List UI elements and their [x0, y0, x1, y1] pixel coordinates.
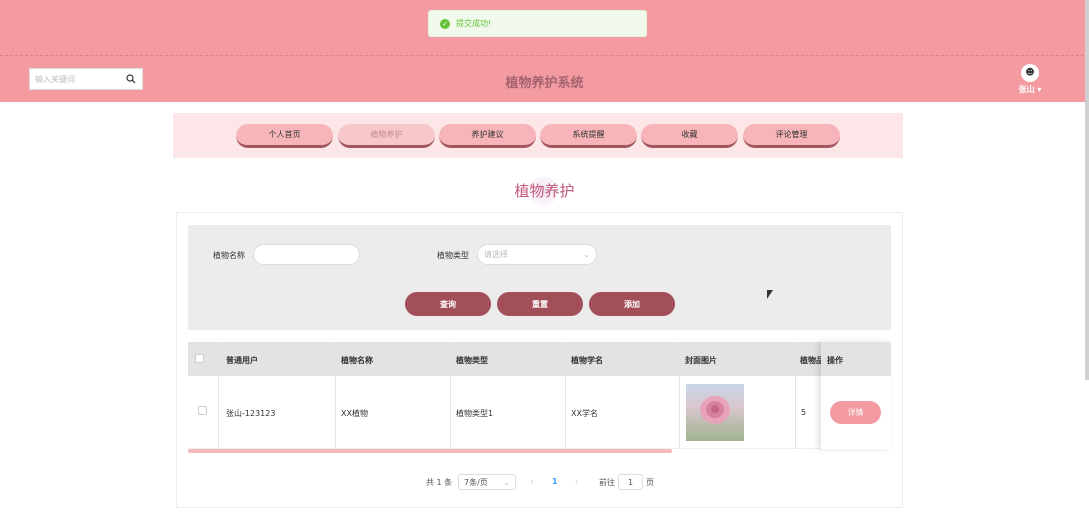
- cell-user: 张山-123123: [226, 409, 276, 418]
- col-divider: [679, 342, 680, 449]
- page-title: 植物养护: [514, 182, 575, 200]
- caret-down-icon[interactable]: ▾: [1037, 85, 1041, 94]
- user-menu[interactable]: ☻ 张山 ▾: [1010, 64, 1050, 95]
- table-header: [188, 342, 891, 376]
- plant-type-label: 植物类型: [437, 251, 469, 260]
- cell-plant-name: XX植物: [341, 409, 368, 418]
- col-sci-name: 植物学名: [571, 356, 603, 365]
- nav-item-home[interactable]: 个人首页: [236, 124, 333, 148]
- chevron-down-icon: ⌄: [583, 250, 590, 259]
- toast-message: 提交成功!: [456, 19, 492, 28]
- prev-page-icon[interactable]: ‹: [530, 477, 533, 486]
- col-plant-name: 植物名称: [341, 356, 373, 365]
- page-size-value: 7条/页: [464, 477, 488, 487]
- user-name[interactable]: 张山: [1019, 85, 1035, 94]
- col-operation: 操作: [827, 356, 843, 365]
- success-toast: ✓ 提交成功!: [428, 10, 647, 37]
- mouse-cursor: [767, 290, 773, 299]
- header: 输入关键词 植物养护系统 ☻ 张山 ▾: [0, 56, 1089, 102]
- next-page-icon[interactable]: ›: [575, 477, 578, 486]
- plant-name-input[interactable]: [253, 244, 360, 265]
- add-button[interactable]: 添加: [589, 292, 675, 316]
- plant-type-placeholder: 请选择: [484, 250, 508, 259]
- table-row: [188, 376, 891, 449]
- user-name-row[interactable]: 张山 ▾: [1010, 84, 1050, 95]
- nav-item-favorites[interactable]: 收藏: [641, 124, 738, 148]
- detail-button[interactable]: 详情: [830, 401, 881, 424]
- nav-item-care-advice[interactable]: 养护建议: [439, 124, 536, 148]
- col-cover-image: 封面图片: [685, 356, 717, 365]
- plant-name-label: 植物名称: [213, 251, 245, 260]
- query-button[interactable]: 查询: [405, 292, 491, 316]
- data-table: 普通用户 植物名称 植物类型 植物学名 封面图片 植物品 张山-123123 X…: [188, 342, 891, 453]
- col-divider: [565, 342, 566, 449]
- col-divider: [218, 342, 219, 449]
- col-divider: [335, 342, 336, 449]
- plant-type-select[interactable]: 请选择 ⌄: [477, 244, 597, 265]
- cell-extra: 5: [801, 408, 807, 417]
- chevron-down-icon: ⌄: [503, 477, 510, 487]
- col-divider: [450, 342, 451, 449]
- cover-image[interactable]: [686, 384, 744, 441]
- col-user: 普通用户: [226, 356, 258, 365]
- cell-plant-type: 植物类型1: [456, 409, 494, 418]
- goto-page-input[interactable]: 1: [618, 474, 643, 490]
- nav-item-system-reminder[interactable]: 系统提醒: [540, 124, 637, 148]
- nav-item-comments[interactable]: 评论管理: [743, 124, 840, 148]
- site-title: 植物养护系统: [505, 76, 584, 91]
- row-checkbox[interactable]: [198, 406, 207, 415]
- check-circle-icon: ✓: [440, 18, 450, 29]
- pagination-total: 共 1 条: [426, 478, 453, 487]
- vertical-scrollbar[interactable]: [1085, 0, 1089, 380]
- reset-button[interactable]: 重置: [497, 292, 583, 316]
- col-plant-type: 植物类型: [456, 356, 488, 365]
- horizontal-scrollbar[interactable]: [188, 449, 672, 453]
- nav-item-plant-care[interactable]: 植物养护: [338, 124, 435, 148]
- nav-bar: 个人首页 植物养护 养护建议 系统提醒 收藏 评论管理: [173, 113, 903, 158]
- goto-label: 前往: [599, 478, 615, 487]
- col-divider: [795, 342, 796, 449]
- page-number-current[interactable]: 1: [552, 477, 558, 486]
- select-all-checkbox[interactable]: [195, 354, 204, 363]
- avatar[interactable]: ☻: [1021, 64, 1039, 82]
- operation-column: 操作 详情: [821, 342, 891, 449]
- cell-sci-name: XX学名: [571, 409, 598, 418]
- page-suffix: 页: [646, 478, 654, 487]
- page-size-select[interactable]: 7条/页 ⌄: [458, 474, 516, 490]
